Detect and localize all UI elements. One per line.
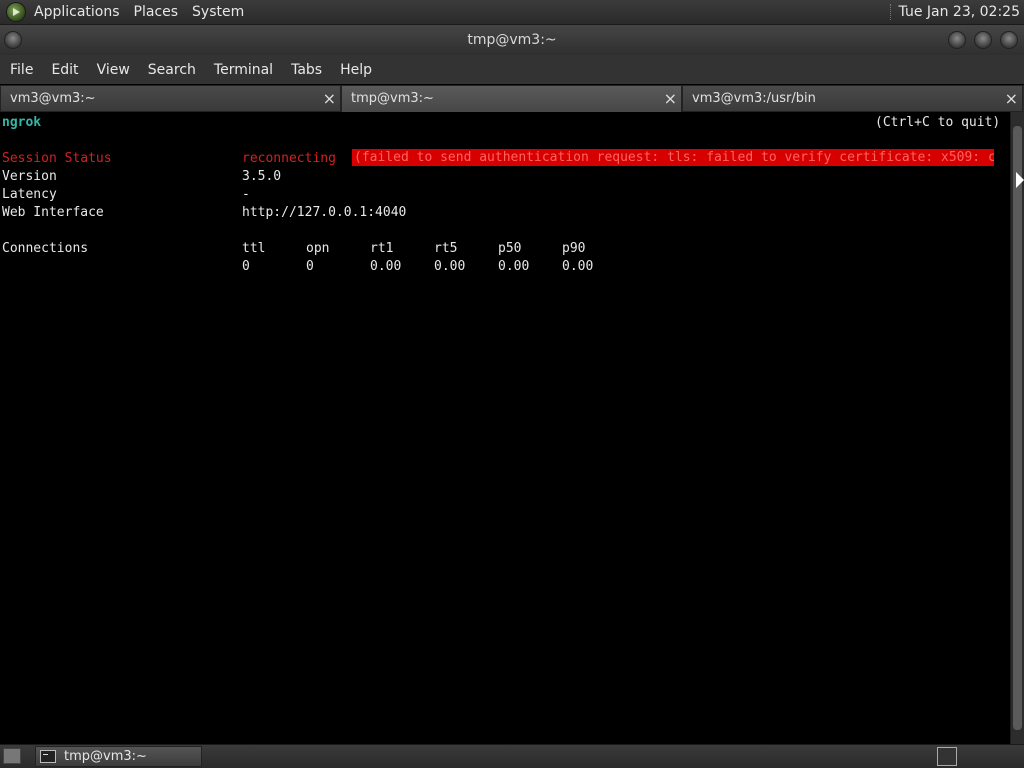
error-message: (failed to send authentication request: … — [352, 149, 994, 166]
tab-vm3-home[interactable]: vm3@vm3:~ × — [0, 85, 341, 112]
tab-tmp-home[interactable]: tmp@vm3:~ × — [341, 85, 682, 113]
bottom-taskbar: tmp@vm3:~ — [0, 744, 1024, 768]
menu-view[interactable]: View — [91, 62, 136, 78]
connections-header-rt5: rt5 — [434, 241, 458, 256]
connections-value-p90: 0.00 — [562, 259, 594, 274]
menu-file[interactable]: File — [4, 62, 39, 78]
top-menu-applications[interactable]: Applications — [34, 4, 120, 20]
menubar: File Edit View Search Terminal Tabs Help — [0, 55, 1024, 84]
clock[interactable]: Tue Jan 23, 02:25 — [889, 4, 1020, 20]
applications-logo-icon[interactable] — [6, 2, 26, 22]
session-status-label: Session Status — [2, 151, 112, 166]
menu-help[interactable]: Help — [334, 62, 378, 78]
connections-value-rt1: 0.00 — [370, 259, 402, 274]
maximize-icon[interactable] — [974, 31, 992, 49]
mouse-cursor-icon — [1016, 172, 1024, 188]
connections-value-p50: 0.00 — [498, 259, 530, 274]
connections-value-rt5: 0.00 — [434, 259, 466, 274]
tab-label: tmp@vm3:~ — [351, 91, 434, 106]
latency-label: Latency — [2, 187, 57, 202]
connections-header-opn: opn — [306, 241, 330, 256]
vertical-scrollbar[interactable] — [1010, 112, 1024, 744]
version-label: Version — [2, 169, 57, 184]
close-icon[interactable] — [1000, 31, 1018, 49]
menu-edit[interactable]: Edit — [45, 62, 84, 78]
window-titlebar[interactable]: tmp@vm3:~ — [0, 25, 1024, 55]
window-title: tmp@vm3:~ — [467, 32, 557, 48]
connections-header-ttl: ttl — [242, 241, 266, 256]
minimize-icon[interactable] — [948, 31, 966, 49]
session-status-value: reconnecting — [242, 151, 336, 166]
terminal-icon — [40, 750, 56, 763]
tab-close-icon[interactable]: × — [1005, 86, 1018, 112]
top-panel: Applications Places System Tue Jan 23, 0… — [0, 0, 1024, 25]
connections-value-ttl: 0 — [242, 259, 250, 274]
tab-label: vm3@vm3:~ — [10, 91, 96, 106]
terminal-output[interactable]: ngrok (Ctrl+C to quit) Session Status re… — [0, 112, 1010, 744]
connections-header-p50: p50 — [498, 241, 522, 256]
connections-header-p90: p90 — [562, 241, 586, 256]
latency-value: - — [242, 187, 250, 202]
menu-terminal[interactable]: Terminal — [208, 62, 279, 78]
menu-search[interactable]: Search — [142, 62, 202, 78]
window-menu-icon[interactable] — [4, 31, 22, 49]
web-interface-label: Web Interface — [2, 205, 104, 220]
tab-label: vm3@vm3:/usr/bin — [692, 91, 816, 106]
connections-label: Connections — [2, 241, 89, 256]
tab-vm3-usr-bin[interactable]: vm3@vm3:/usr/bin × — [682, 85, 1023, 112]
web-interface-value: http://127.0.0.1:4040 — [242, 205, 407, 220]
taskbar-window-button[interactable]: tmp@vm3:~ — [35, 746, 202, 767]
show-desktop-icon[interactable] — [3, 748, 21, 764]
version-value: 3.5.0 — [242, 169, 282, 184]
ngrok-title: ngrok — [2, 115, 42, 130]
workspace-switcher-icon[interactable] — [937, 747, 957, 766]
tab-close-icon[interactable]: × — [323, 86, 336, 112]
menu-tabs[interactable]: Tabs — [285, 62, 328, 78]
top-menu-places[interactable]: Places — [134, 4, 179, 20]
scroll-thumb[interactable] — [1013, 126, 1022, 730]
quit-hint: (Ctrl+C to quit) — [875, 115, 1001, 130]
tab-close-icon[interactable]: × — [664, 86, 677, 112]
tab-bar: vm3@vm3:~ × tmp@vm3:~ × vm3@vm3:/usr/bin… — [0, 85, 1024, 113]
top-menu-system[interactable]: System — [192, 4, 244, 20]
connections-value-opn: 0 — [306, 259, 314, 274]
connections-header-rt1: rt1 — [370, 241, 394, 256]
taskbar-window-label: tmp@vm3:~ — [64, 749, 147, 764]
